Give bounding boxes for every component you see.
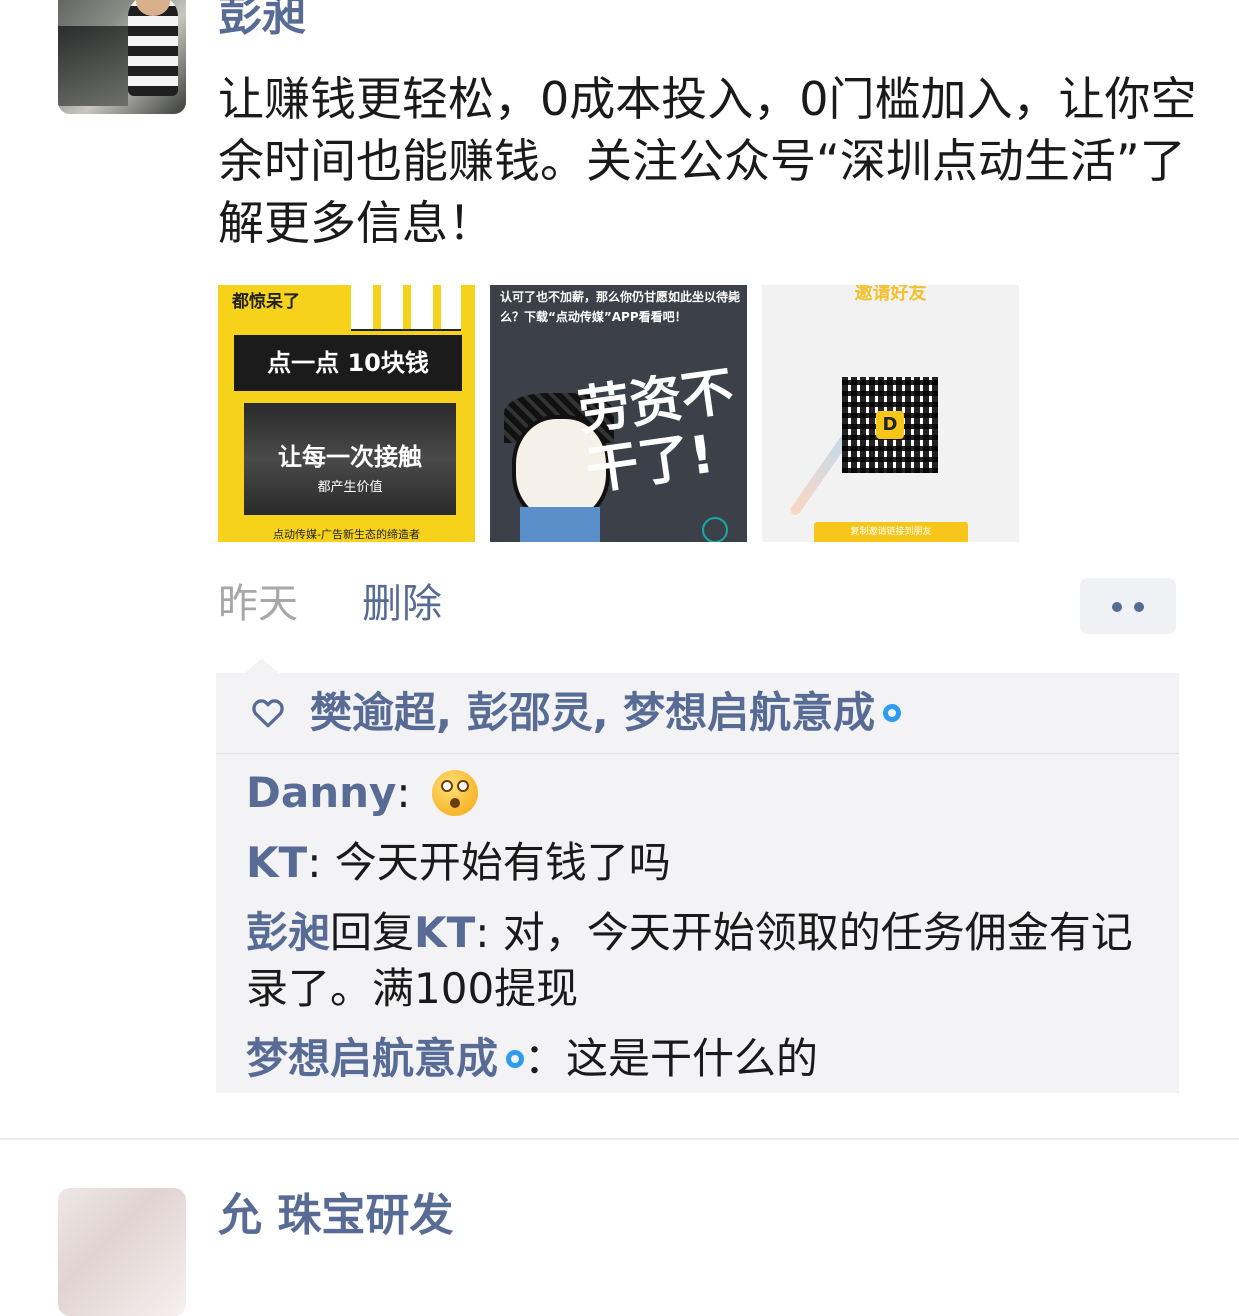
image-3-top-text: 邀请好友 — [854, 285, 927, 304]
image-3-logo: D — [876, 411, 904, 439]
image-2-text: 认可了也不加薪，那么你仍甘愿如此坐以待毙么？下载“点动传媒”APP看看吧！ — [500, 290, 741, 324]
comment-item[interactable]: 彭昶回复KT: 对，今天开始领取的任务佣金有记录了。满100提现 — [246, 905, 1166, 1017]
post-text: 让赚钱更轻松，0成本投入，0门槛加入，让你空余时间也能赚钱。关注公众号“深圳点动… — [218, 72, 1197, 250]
comment-author[interactable]: Danny — [246, 768, 396, 817]
more-actions-button[interactable] — [1080, 578, 1176, 634]
avatar-photo-car — [58, 26, 128, 106]
more-dot-icon — [1112, 602, 1122, 612]
author-avatar[interactable] — [58, 0, 186, 114]
image-1-banner: 点一点 10块钱 — [234, 335, 462, 391]
comment-separator: : — [475, 908, 503, 957]
feedback-arrow — [244, 658, 280, 674]
comment-author[interactable]: 梦想启航意成 — [246, 1034, 498, 1083]
delete-button[interactable]: 删除 — [362, 578, 442, 630]
status-ring-icon — [506, 1049, 525, 1068]
comment-item[interactable]: KT: 今天开始有钱了吗 — [246, 835, 1166, 891]
comment-item[interactable]: 梦想启航意成 ：这是干什么的 — [246, 1031, 1166, 1087]
more-dot-icon — [1134, 602, 1144, 612]
image-1-top-text: 都惊呆了 — [232, 292, 300, 312]
likes-names[interactable]: 樊逾超, 彭邵灵, 梦想启航意成 — [310, 685, 902, 741]
post-divider — [0, 1138, 1239, 1140]
image-2-big-text: 劳资不干了! — [574, 361, 738, 502]
image-3-button: 复制邀请链接到朋友 — [814, 522, 968, 542]
image-1-ghosts-illustration — [351, 285, 461, 331]
comment-separator: ： — [524, 1034, 567, 1083]
comment-text: 今天开始有钱了吗 — [334, 838, 671, 887]
post-time: 昨天 — [218, 581, 298, 627]
image-2-cartoon-shirt — [520, 507, 600, 542]
image-1-photo-sub: 都产生价值 — [317, 480, 383, 495]
reply-word: 回复 — [330, 908, 415, 957]
post-image-2[interactable]: 认可了也不加薪，那么你仍甘愿如此坐以待毙么？下载“点动传媒”APP看看吧！ 劳资… — [490, 285, 747, 542]
comment-item[interactable]: Danny: — [246, 765, 1166, 821]
reply-target[interactable]: KT — [414, 908, 475, 957]
next-author-avatar[interactable] — [58, 1188, 186, 1316]
comment-author[interactable]: 彭昶 — [246, 908, 330, 957]
comment-separator: : — [396, 768, 424, 817]
likes-names-text[interactable]: 樊逾超, 彭邵灵, 梦想启航意成 — [310, 688, 875, 737]
comment-separator: : — [307, 838, 335, 887]
flushed-emoji-icon — [431, 769, 478, 816]
post-image-1[interactable]: 都惊呆了 点一点 10块钱 让每一次接触 都产生价值 点动传媒-广告新生态的缔造… — [218, 285, 475, 542]
likes-row: 樊逾超, 彭邵灵, 梦想启航意成 — [216, 673, 1179, 754]
post-image-3[interactable]: 邀请好友 D 复制邀请链接到朋友 — [762, 285, 1019, 542]
feedback-panel: 樊逾超, 彭邵灵, 梦想启航意成 Danny: KT: 今天开始有钱了吗 彭昶回… — [216, 673, 1179, 1093]
comment-author[interactable]: KT — [246, 838, 307, 887]
image-1-photo: 让每一次接触 都产生价值 — [244, 403, 456, 515]
author-name[interactable]: 彭昶 — [218, 0, 306, 42]
image-1-photo-title: 让每一次接触 — [278, 443, 422, 471]
heart-icon — [252, 699, 284, 728]
image-2-ring-icon — [702, 517, 728, 542]
image-1-footer: 点动传媒-广告新生态的缔造者 — [273, 528, 420, 541]
next-author-name[interactable]: 允 珠宝研发 — [218, 1190, 453, 1242]
comment-text: 这是干什么的 — [566, 1034, 819, 1083]
status-ring-icon — [883, 703, 902, 722]
